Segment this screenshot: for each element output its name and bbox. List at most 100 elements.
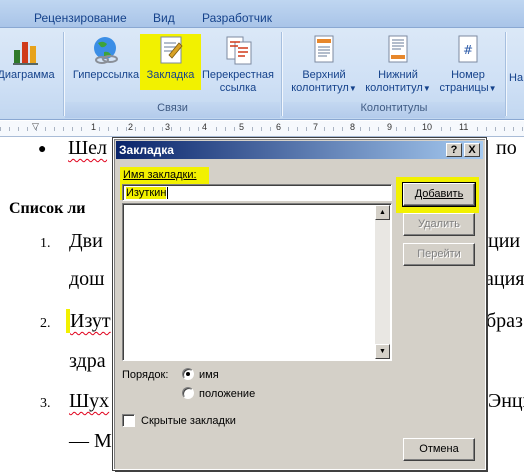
sort-by-name-radio[interactable] xyxy=(182,368,194,380)
indent-marker-icon[interactable]: ▽ xyxy=(32,121,39,132)
header-label-2: колонтитул xyxy=(291,82,349,94)
list-item-text: Дви xyxy=(69,230,103,252)
help-button[interactable]: ? xyxy=(446,143,462,157)
document-text: по xyxy=(496,137,517,159)
ruler-number: 7 xyxy=(312,122,320,132)
page-number-button[interactable]: # Номер страницы▼ xyxy=(436,34,500,95)
group-label-links: Связи xyxy=(65,102,280,118)
bullet-icon: ● xyxy=(38,142,47,157)
section-heading: Список ли xyxy=(9,200,86,217)
ruler-number: 4 xyxy=(201,122,209,132)
list-item-text: ции xyxy=(488,230,521,252)
delete-bookmark-label: Удалить xyxy=(418,218,460,230)
page-number-label-2: страницы xyxy=(439,82,489,94)
chevron-down-icon: ▼ xyxy=(488,84,497,93)
group-separator xyxy=(281,32,282,116)
scroll-up-icon[interactable]: ▲ xyxy=(375,205,390,220)
add-bookmark-label: Добавить xyxy=(414,188,464,200)
diagram-button[interactable]: Диаграмма xyxy=(0,34,58,82)
cancel-button[interactable]: Отмена xyxy=(403,438,475,461)
tab-view[interactable]: Вид xyxy=(153,11,175,25)
list-item-text: дош xyxy=(69,268,105,290)
chart-icon xyxy=(13,42,38,65)
group-separator xyxy=(63,32,64,116)
scroll-down-icon[interactable]: ▼ xyxy=(375,344,390,359)
ruler-number: 5 xyxy=(238,122,246,132)
cross-reference-icon xyxy=(226,36,252,65)
list-item-text: ация xyxy=(485,268,524,290)
sort-order-label: Порядок: xyxy=(122,369,169,381)
list-scrollbar[interactable]: ▲ ▼ xyxy=(375,205,390,359)
header-button[interactable]: Верхний колонтитул▼ xyxy=(288,34,360,95)
footer-label-1: Нижний xyxy=(378,69,418,81)
ruler-number: 6 xyxy=(275,122,283,132)
dialog-title: Закладка xyxy=(119,143,174,157)
text-cursor xyxy=(167,187,169,199)
footer-label-2: колонтитул xyxy=(365,82,423,94)
dialog-titlebar[interactable]: Закладка ? X xyxy=(116,141,483,159)
goto-bookmark-label: Перейти xyxy=(417,248,461,260)
page-number-icon: # xyxy=(458,35,478,63)
list-item-text: браз xyxy=(486,310,523,332)
hyperlink-label: Гиперссылка xyxy=(72,69,140,81)
list-item-text: — М xyxy=(69,430,112,452)
cutoff-label: На xyxy=(509,72,524,84)
bookmark-icon xyxy=(160,36,183,64)
help-icon: ? xyxy=(450,144,458,156)
ruler-number: 3 xyxy=(164,122,172,132)
bookmark-list[interactable]: ▲ ▼ xyxy=(122,203,392,361)
header-icon xyxy=(314,35,334,63)
globe-link-icon xyxy=(94,37,118,64)
group-separator xyxy=(505,32,506,116)
chevron-down-icon: ▼ xyxy=(348,84,357,93)
tab-review[interactable]: Рецензирование xyxy=(34,11,127,25)
ribbon-tab-bar: Рецензирование Вид Разработчик xyxy=(0,0,524,28)
sort-by-position-label: положение xyxy=(199,388,256,400)
cutoff-button[interactable]: На xyxy=(509,72,524,85)
goto-bookmark-button[interactable]: Перейти xyxy=(403,243,475,266)
list-number: 2. xyxy=(40,316,51,331)
group-label-headers-footers: Колонтитулы xyxy=(283,102,505,118)
cancel-label: Отмена xyxy=(419,443,459,455)
list-number: 3. xyxy=(40,396,51,411)
cross-reference-button[interactable]: Перекрестная ссылка xyxy=(198,34,278,95)
hidden-bookmarks-label: Скрытые закладки xyxy=(141,415,236,427)
ruler-number: 11 xyxy=(458,122,470,132)
page-number-label-1: Номер xyxy=(451,69,485,81)
ribbon: Диаграмма Гиперссылка Закладка Перекрест… xyxy=(0,28,524,120)
ruler-number: 10 xyxy=(421,122,434,132)
sort-by-position-radio[interactable] xyxy=(182,387,194,399)
horizontal-ruler[interactable]: ▽ 1 2 3 4 5 6 7 8 9 10 11 xyxy=(0,121,524,137)
cross-reference-label-1: Перекрестная xyxy=(202,69,274,81)
ruler-ticks xyxy=(0,127,524,131)
tab-developer[interactable]: Разработчик xyxy=(202,11,272,25)
bookmark-name-value: Изуткин xyxy=(126,187,167,199)
bookmark-name-input[interactable]: Изуткин xyxy=(122,184,392,201)
bookmark-button[interactable]: Закладка xyxy=(140,34,201,90)
header-label-1: Верхний xyxy=(302,69,346,81)
close-icon: X xyxy=(468,144,476,156)
radio-selected-dot xyxy=(186,372,190,376)
list-item-text: здра xyxy=(69,350,106,372)
ruler-number: 2 xyxy=(127,122,135,132)
bookmark-dialog: Закладка ? X Имя закладки: Изуткин ▲ ▼ Д… xyxy=(112,137,487,471)
list-item-text: Энци xyxy=(488,390,524,412)
footer-icon xyxy=(388,35,408,63)
diagram-label: Диаграмма xyxy=(0,69,55,81)
list-item-text: Шух xyxy=(69,390,110,412)
hidden-bookmarks-checkbox[interactable] xyxy=(122,414,135,427)
close-button[interactable]: X xyxy=(464,143,480,157)
cross-reference-label-2: ссылка xyxy=(219,82,257,94)
sort-by-name-label: имя xyxy=(199,369,219,381)
svg-text:#: # xyxy=(463,43,473,57)
hyperlink-button[interactable]: Гиперссылка xyxy=(70,34,142,82)
bookmark-name-label: Имя закладки: xyxy=(123,169,197,181)
list-item-text: Изут xyxy=(70,310,111,332)
delete-bookmark-button[interactable]: Удалить xyxy=(403,213,475,236)
add-bookmark-button[interactable]: Добавить xyxy=(402,182,476,207)
list-number: 1. xyxy=(40,236,51,251)
ruler-number: 8 xyxy=(349,122,357,132)
footer-button[interactable]: Нижний колонтитул▼ xyxy=(362,34,434,95)
document-text: Шел xyxy=(68,137,108,159)
chevron-down-icon: ▼ xyxy=(422,84,431,93)
